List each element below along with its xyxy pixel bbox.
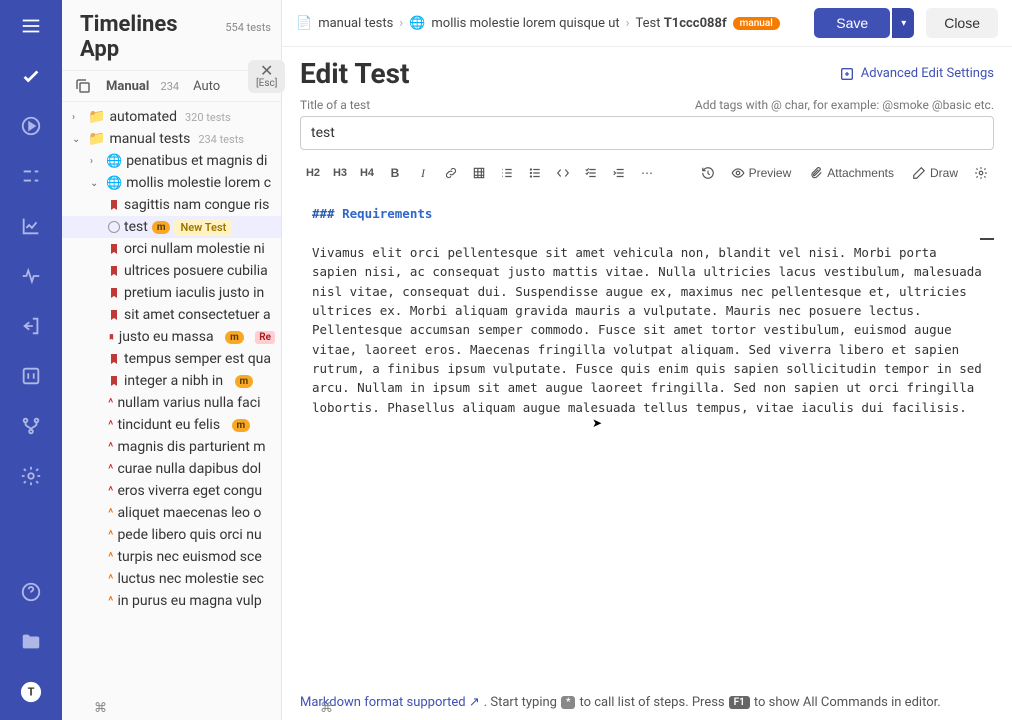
check-icon[interactable] (15, 60, 47, 92)
save-dropdown[interactable]: ▾ (892, 8, 914, 38)
editor-textarea[interactable]: ### Requirements Vivamus elit orci pelle… (300, 196, 994, 681)
breadcrumb: 📄 manual tests › 🌐 mollis molestie lorem… (296, 16, 804, 31)
checklist-button[interactable] (578, 160, 604, 186)
tree-item[interactable]: tempus semper est qua (62, 348, 281, 370)
tree-item[interactable]: pretium iaculis justo in (62, 282, 281, 304)
main-pane: 📄 manual tests › 🌐 mollis molestie lorem… (282, 0, 1012, 720)
close-button[interactable]: Close (926, 8, 998, 38)
ul-button[interactable] (522, 160, 548, 186)
draw-button[interactable]: Draw (904, 160, 966, 186)
play-icon[interactable] (15, 110, 47, 142)
new-test-tag: New Test (174, 220, 232, 235)
cursor-icon: ➤ (592, 416, 602, 430)
tab-auto[interactable]: Auto (193, 79, 220, 94)
key-star: * (561, 696, 576, 709)
tree: ›📁 automated 320 tests ⌄📁 manual tests 2… (62, 102, 281, 720)
doc-icon: 📄 (296, 16, 312, 31)
title-input[interactable]: test (300, 116, 994, 150)
page-title: Edit Test (300, 57, 409, 90)
tag-hint: Add tags with @ char, for example: @smok… (695, 98, 994, 112)
tree-item[interactable]: sit amet consectetuer a (62, 304, 281, 326)
kb-icon: ⌘ (94, 701, 107, 716)
tree-subfolder[interactable]: ›🌐penatibus et magnis di (62, 150, 281, 172)
help-icon[interactable] (15, 576, 47, 608)
more-button[interactable]: ⋯ (634, 160, 660, 186)
preview-button[interactable]: Preview (723, 160, 800, 186)
advanced-settings-link[interactable]: Advanced Edit Settings (839, 66, 994, 82)
title-label: Title of a test (300, 98, 370, 112)
manual-tag: m (152, 221, 171, 234)
editor-toolbar: H2 H3 H4 B I ⋯ Preview Attachments Draw (282, 158, 1012, 192)
tree-item[interactable]: ^magnis dis parturient m (62, 436, 281, 458)
tree-item[interactable]: ^in purus eu magna vulp (62, 590, 281, 612)
settings-button[interactable] (968, 160, 994, 186)
tree-item[interactable]: ^luctus nec molestie sec (62, 568, 281, 590)
kb-icon: ⌘ (320, 701, 333, 716)
flow-icon[interactable] (15, 160, 47, 192)
attachments-button[interactable]: Attachments (801, 160, 902, 186)
key-f1: F1 (729, 696, 750, 709)
tree-item[interactable]: ^nullam varius nulla faci (62, 392, 281, 414)
save-button[interactable]: Save▾ (814, 8, 890, 38)
avatar-icon[interactable]: T (15, 676, 47, 708)
link-button[interactable] (438, 160, 464, 186)
tree-item-selected[interactable]: test m New Test (62, 216, 281, 238)
history-button[interactable] (695, 160, 721, 186)
tree-item[interactable]: ^eros viverra eget congu (62, 480, 281, 502)
tree-item[interactable]: orci nullam molestie ni (62, 238, 281, 260)
svg-text:T: T (28, 686, 35, 699)
tree-item[interactable]: integer a nibh in m (62, 370, 281, 392)
footer-hint: Markdown format supported ↗ . Start typi… (282, 689, 1012, 720)
close-icon: ✕ (256, 64, 277, 78)
tab-manual[interactable]: Manual 234 (106, 79, 179, 94)
ol-button[interactable] (494, 160, 520, 186)
minimap-mark (980, 238, 994, 240)
pulse-icon[interactable] (15, 260, 47, 292)
nav-rail: T (0, 0, 62, 720)
indent-button[interactable] (606, 160, 632, 186)
total-count: 554 tests (225, 21, 271, 34)
folder-manual[interactable]: ⌄📁 manual tests 234 tests (62, 128, 281, 150)
tree-item[interactable]: ^tincidunt eu felis m (62, 414, 281, 436)
sidebar: Timelines App 554 tests Manual 234 Auto … (62, 0, 282, 720)
code-button[interactable] (550, 160, 576, 186)
folder-icon[interactable] (15, 626, 47, 658)
folder-automated[interactable]: ›📁 automated 320 tests (62, 106, 281, 128)
copy-icon[interactable] (74, 77, 92, 95)
tree-item[interactable]: justo eu massa m Re (62, 326, 281, 348)
globe-icon: 🌐 (409, 16, 425, 31)
close-esc-hint[interactable]: ✕ [Esc] (248, 60, 285, 93)
tree-subfolder-open[interactable]: ⌄🌐mollis molestie lorem c (62, 172, 281, 194)
italic-button[interactable]: I (410, 160, 436, 186)
h2-button[interactable]: H2 (300, 160, 326, 186)
tree-item[interactable]: ^pede libero quis orci nu (62, 524, 281, 546)
gear-icon[interactable] (15, 460, 47, 492)
tree-item[interactable]: ^aliquet maecenas leo o (62, 502, 281, 524)
manual-badge: manual (733, 17, 780, 30)
tree-item[interactable]: ^curae nulla dapibus dol (62, 458, 281, 480)
exit-icon[interactable] (15, 310, 47, 342)
chart-icon[interactable] (15, 210, 47, 242)
bold-button[interactable]: B (382, 160, 408, 186)
table-button[interactable] (466, 160, 492, 186)
tree-item[interactable]: ^turpis nec euismod sce (62, 546, 281, 568)
h3-button[interactable]: H3 (327, 160, 353, 186)
tree-item[interactable]: ultrices posuere cubilia (62, 260, 281, 282)
h4-button[interactable]: H4 (354, 160, 380, 186)
app-title: Timelines App (80, 12, 219, 62)
tree-item[interactable]: sagittis nam congue ris (62, 194, 281, 216)
branch-icon[interactable] (15, 410, 47, 442)
menu-icon[interactable] (15, 10, 47, 42)
dashboard-icon[interactable] (15, 360, 47, 392)
